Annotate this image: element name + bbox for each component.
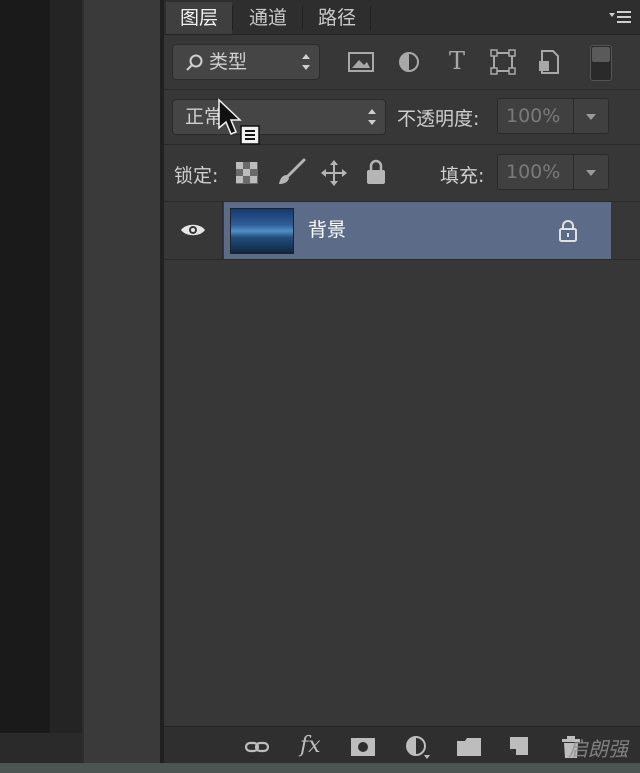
svg-text:T: T [449,47,465,75]
filter-kind-label: 类型 [209,51,248,73]
fill-value: 100% [506,161,561,183]
smart-object-filter-icon[interactable] [534,47,564,77]
side-panel-column [82,0,162,773]
chevron-down-icon[interactable] [573,99,608,133]
fill-label: 填充: [440,165,485,187]
lock-all-icon[interactable] [366,159,386,185]
lock-image-pixels-icon[interactable] [274,158,306,188]
fx-icon[interactable]: fx [300,733,321,758]
opacity-label: 不透明度: [397,108,480,130]
status-strip [0,763,640,773]
type-filter-icon[interactable]: T [442,45,472,75]
image-filter-icon[interactable] [346,47,376,77]
layers-panel-footer: fx 启朗强 [164,726,640,767]
panel-tab-bar: 图层 通道 路径 [164,0,640,35]
eye-icon[interactable] [180,222,206,238]
layer-row[interactable]: 背景 [164,202,640,260]
tab-divider [232,6,233,30]
layer-item-background[interactable]: 背景 [224,202,611,259]
panel-menu-icon[interactable] [608,8,632,26]
chevron-updown-icon [302,54,310,70]
lock-transparent-pixels-icon[interactable] [236,162,258,184]
opacity-field[interactable]: 100% [497,98,609,134]
canvas-bottom-bar [0,733,82,763]
new-layer-icon[interactable] [506,735,532,759]
filter-kind-dropdown[interactable]: 类型 [172,44,320,80]
tab-paths[interactable]: 路径 [304,2,370,34]
filter-toggle-switch[interactable] [590,45,612,81]
layer-lock-icon[interactable] [558,219,578,243]
lock-position-icon[interactable] [320,159,348,187]
new-group-icon[interactable] [456,735,482,759]
blend-mode-dropdown[interactable]: 正常 [172,99,386,135]
chevron-updown-icon [368,109,376,125]
link-layers-icon[interactable] [244,735,270,759]
tab-divider [302,6,303,30]
lock-row: 锁定: 填充: 100% [164,145,640,202]
layer-thumbnail[interactable] [230,208,294,254]
canvas-area-edge [0,0,50,773]
watermark-text: 启朗强 [568,737,628,761]
canvas-area-margin [50,0,82,773]
chevron-down-icon[interactable] [573,155,608,189]
adjustment-layer-icon[interactable] [404,735,430,759]
add-mask-icon[interactable] [350,735,376,759]
adjustment-filter-icon[interactable] [394,47,424,77]
opacity-value: 100% [506,105,561,127]
layer-visibility-toggle[interactable] [164,202,223,259]
tab-layers[interactable]: 图层 [166,2,232,34]
filter-row: 类型 T [164,35,640,90]
lock-label: 锁定: [174,165,219,187]
layer-name[interactable]: 背景 [308,202,346,259]
shape-filter-icon[interactable] [488,47,518,77]
tab-channels[interactable]: 通道 [234,2,302,34]
fill-field[interactable]: 100% [497,154,609,190]
tab-divider [370,6,371,30]
mouse-pointer-icon [218,98,260,145]
search-icon [186,54,203,71]
